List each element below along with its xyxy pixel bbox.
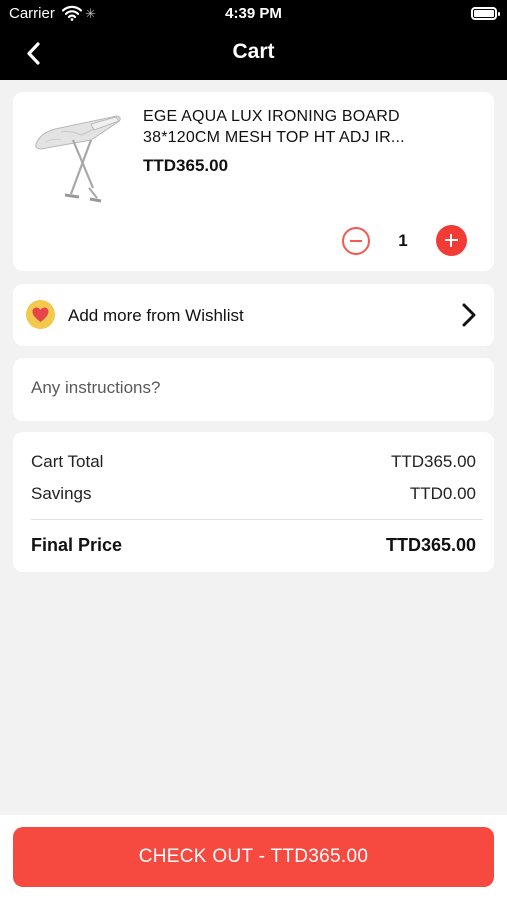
- decrease-quantity-button[interactable]: [342, 227, 370, 255]
- instructions-input[interactable]: [31, 378, 471, 398]
- product-image[interactable]: [31, 102, 141, 207]
- cart-total-label: Cart Total: [31, 452, 104, 471]
- cart-item-card: EGE AQUA LUX IRONING BOARD 38*120CM MESH…: [13, 92, 494, 271]
- add-from-wishlist-row[interactable]: Add more from Wishlist: [13, 284, 494, 346]
- product-price: TTD365.00: [143, 156, 229, 175]
- checkout-button[interactable]: CHECK OUT - TTD365.00: [13, 827, 494, 887]
- final-price-value: TTD365.00: [385, 535, 476, 555]
- product-name[interactable]: EGE AQUA LUX IRONING BOARD 38*120CM MESH…: [143, 106, 478, 148]
- battery-icon: [471, 7, 500, 20]
- quantity-value: 1: [398, 231, 408, 250]
- heart-icon: [26, 300, 55, 329]
- chevron-right-icon: [459, 302, 479, 328]
- final-price-label: Final Price: [31, 535, 123, 555]
- nav-bar: Cart: [0, 28, 507, 80]
- savings-value: TTD0.00: [409, 484, 476, 503]
- checkout-bar: CHECK OUT - TTD365.00: [0, 815, 507, 900]
- order-summary-card: Cart Total TTD365.00 Savings TTD0.00 Fin…: [13, 432, 494, 572]
- savings-label: Savings: [31, 484, 92, 503]
- increase-quantity-button[interactable]: [436, 225, 467, 256]
- wishlist-label: Add more from Wishlist: [68, 306, 244, 325]
- status-time: 4:39 PM: [225, 5, 282, 22]
- status-bar: Carrier ✳ 4:39 PM: [0, 0, 507, 28]
- ironing-board-image: [35, 115, 121, 203]
- cart-total-value: TTD365.00: [390, 452, 476, 471]
- summary-divider: [31, 519, 483, 520]
- page-title: Cart: [232, 40, 275, 63]
- instructions-card: [13, 358, 494, 421]
